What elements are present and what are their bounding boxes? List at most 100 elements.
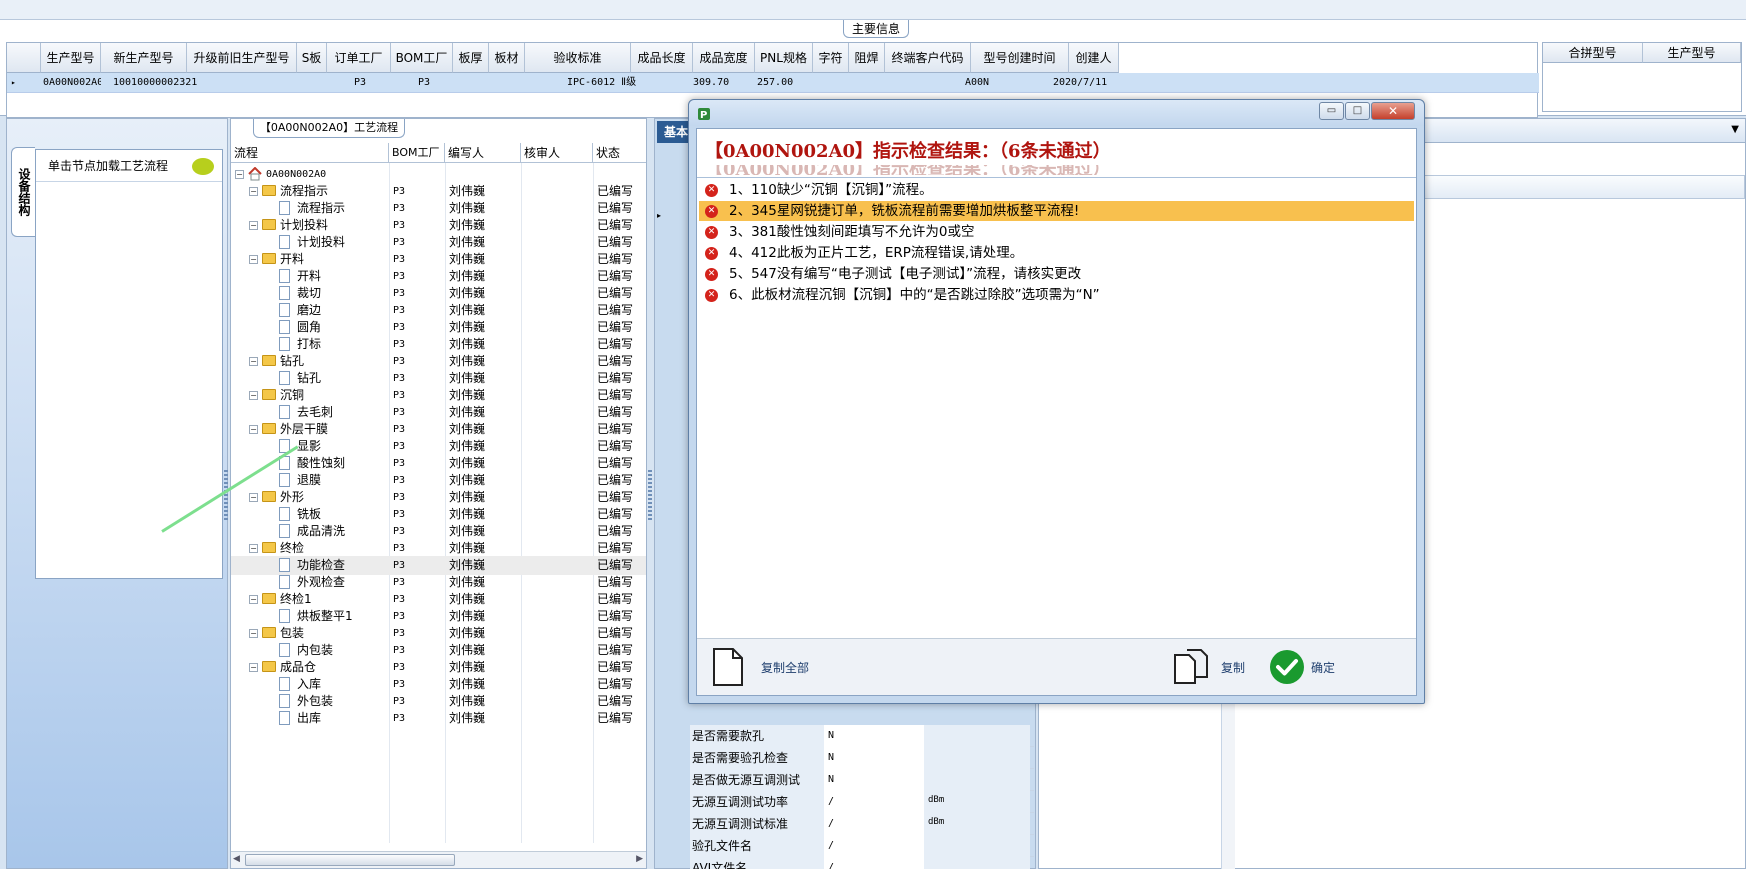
expand-toggle-icon[interactable]: −: [249, 595, 258, 604]
minimize-button[interactable]: ▭: [1319, 102, 1344, 120]
col-header[interactable]: 生产型号: [1643, 43, 1741, 63]
expand-toggle-icon[interactable]: −: [249, 629, 258, 638]
grid-cell[interactable]: A00N: [965, 73, 1025, 93]
error-item[interactable]: ✕ 5、547没有编写“电子测试【电子测试】”流程，请核实更改: [699, 264, 1414, 284]
error-item[interactable]: ✕ 6、此板材流程沉铜【沉铜】中的“是否跳过除胶”选项需为“N”: [699, 285, 1414, 305]
splitter-grip[interactable]: [648, 470, 652, 520]
dialog-titlebar[interactable]: P ▭ □ ✕: [689, 100, 1424, 126]
col-header[interactable]: 型号创建时间: [971, 43, 1069, 73]
property-row[interactable]: 是否做无源互调测试 N: [690, 769, 1034, 791]
tree-col-header[interactable]: 流程: [231, 143, 389, 163]
col-header[interactable]: 阻焊: [849, 43, 885, 73]
grid-cell[interactable]: IPC-6012 Ⅱ级: [567, 73, 667, 93]
col-header[interactable]: BOM工厂: [391, 43, 453, 73]
main-info-tab[interactable]: 主要信息: [843, 20, 909, 38]
property-key: 无源互调测试标准: [690, 813, 824, 835]
scrollbar-thumb[interactable]: [245, 854, 455, 866]
scroll-left-icon[interactable]: ◀: [233, 854, 240, 864]
property-value[interactable]: /: [824, 791, 924, 813]
ok-button[interactable]: 确定: [1311, 659, 1335, 676]
table-row[interactable]: ▸ 0A00N002A0 10010000002321 P3 P3 IPC-60…: [7, 73, 1539, 93]
vertical-tab-device-structure[interactable]: 设备结构: [11, 147, 35, 237]
col-header[interactable]: 终端客户代码: [885, 43, 971, 73]
copy-all-button[interactable]: 复制全部: [761, 659, 809, 676]
col-header[interactable]: 合拼型号: [1543, 43, 1643, 63]
col-header[interactable]: 板厚: [453, 43, 489, 73]
col-header[interactable]: 成品宽度: [693, 43, 755, 73]
property-row[interactable]: 是否需要验孔检查 N: [690, 747, 1034, 769]
folder-icon: [262, 185, 276, 196]
document-icon: [279, 303, 290, 317]
col-header[interactable]: 成品长度: [631, 43, 693, 73]
copy-icon[interactable]: [1171, 647, 1211, 687]
col-header[interactable]: 字符: [813, 43, 849, 73]
tree-col-header[interactable]: 核审人: [521, 143, 593, 163]
check-circle-icon[interactable]: [1269, 649, 1305, 685]
property-value[interactable]: N: [824, 725, 924, 747]
expand-toggle-icon[interactable]: −: [249, 663, 258, 672]
tree-col-header[interactable]: 状态: [593, 143, 646, 163]
error-item[interactable]: ✕ 4、412此板为正片工艺，ERP流程错误,请处理。: [699, 243, 1414, 263]
splitter-grip[interactable]: [224, 470, 228, 520]
error-item[interactable]: ✕ 3、381酸性蚀刻间距填写不允许为0或空: [699, 222, 1414, 242]
copy-button[interactable]: 复制: [1221, 659, 1245, 676]
property-value[interactable]: /: [824, 835, 924, 857]
grid-cell[interactable]: 257.00: [757, 73, 817, 93]
grid-cell[interactable]: P3: [354, 73, 384, 93]
folder-icon: [262, 355, 276, 366]
document-icon: [279, 337, 290, 351]
error-item[interactable]: ✕ 1、110缺少“沉铜【沉铜】”流程。: [699, 180, 1414, 200]
property-value[interactable]: N: [824, 747, 924, 769]
expand-toggle-icon[interactable]: −: [249, 425, 258, 434]
col-header[interactable]: 订单工厂: [327, 43, 391, 73]
dropdown-arrow-icon[interactable]: ▼: [1731, 124, 1739, 135]
col-header[interactable]: S板: [297, 43, 327, 73]
error-item[interactable]: ✕ 2、345星网锐捷订单，铣板流程前需要增加烘板整平流程!: [699, 201, 1414, 221]
tree-col-header[interactable]: 编写人: [445, 143, 521, 163]
expand-toggle-icon[interactable]: −: [249, 391, 258, 400]
grid-cell[interactable]: 309.70: [693, 73, 753, 93]
property-row[interactable]: 无源互调测试标准 / dBm: [690, 813, 1034, 835]
expand-toggle-icon[interactable]: −: [249, 357, 258, 366]
process-tree-tab[interactable]: 【0A00N002A0】工艺流程: [253, 119, 405, 138]
error-icon: ✕: [705, 289, 718, 302]
tree-node-label[interactable]: 出库: [297, 709, 321, 728]
col-header[interactable]: PNL规格: [755, 43, 813, 73]
row-indicator-icon: ▸: [657, 211, 662, 220]
col-header[interactable]: 升级前旧生产型号: [187, 43, 297, 73]
horizontal-scrollbar[interactable]: ◀ ▶: [231, 851, 646, 868]
expand-toggle-icon[interactable]: −: [249, 221, 258, 230]
close-button[interactable]: ✕: [1371, 102, 1415, 120]
col-header[interactable]: 验收标准: [525, 43, 631, 73]
grid-cell[interactable]: 0A00N002A0: [43, 73, 101, 93]
document-icon[interactable]: [711, 647, 745, 687]
property-row[interactable]: 无源互调测试功率 / dBm: [690, 791, 1034, 813]
tree-col-header[interactable]: BOM工厂: [389, 143, 445, 163]
grid-cell[interactable]: 10010000002321: [113, 73, 199, 93]
expand-toggle-icon[interactable]: −: [249, 493, 258, 502]
col-header[interactable]: 创建人: [1069, 43, 1119, 73]
folder-icon: [262, 253, 276, 264]
property-row[interactable]: 验孔文件名 /: [690, 835, 1034, 857]
document-icon: [279, 558, 290, 572]
property-value[interactable]: /: [824, 813, 924, 835]
property-row[interactable]: 是否需要款孔 N: [690, 725, 1034, 747]
grid-cell[interactable]: P3: [418, 73, 448, 93]
expand-toggle-icon[interactable]: −: [249, 544, 258, 553]
top-toolbar: [0, 0, 1746, 20]
expand-toggle-icon[interactable]: −: [235, 170, 244, 179]
property-unit: [924, 747, 1030, 769]
expand-toggle-icon[interactable]: −: [249, 187, 258, 196]
maximize-button[interactable]: □: [1345, 102, 1370, 120]
grid-cell[interactable]: 2020/7/11: [1053, 73, 1133, 93]
property-row[interactable]: AVI文件名 /: [690, 857, 1034, 869]
tree-row[interactable]: 出库 P3 刘伟巍 已编写: [231, 709, 646, 728]
property-value[interactable]: /: [824, 857, 924, 869]
col-header[interactable]: 新生产型号: [101, 43, 187, 73]
scroll-right-icon[interactable]: ▶: [636, 854, 643, 864]
property-value[interactable]: N: [824, 769, 924, 791]
col-header[interactable]: 板材: [489, 43, 525, 73]
dialog-title: 【0A00N002A0】指示检查结果：（6条未通过）: [705, 141, 1111, 162]
expand-toggle-icon[interactable]: −: [249, 255, 258, 264]
col-header[interactable]: 生产型号: [41, 43, 101, 73]
